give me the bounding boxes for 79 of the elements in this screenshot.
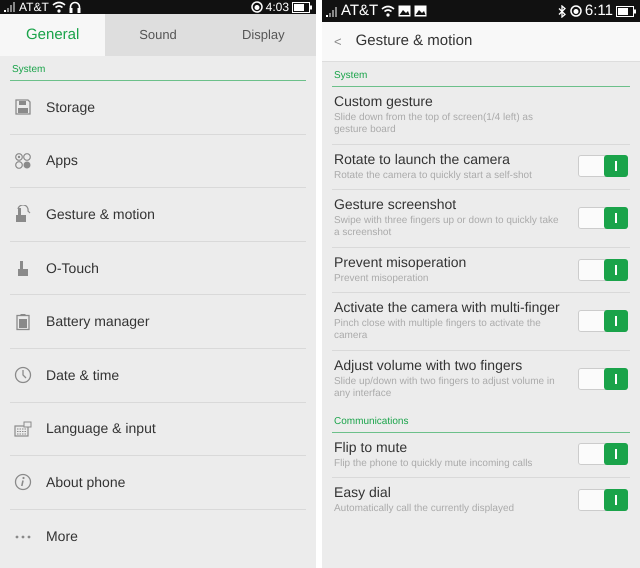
row-title: Rotate to launch the camera <box>334 150 511 168</box>
carrier-name: AT&T <box>341 0 378 21</box>
item-label: Date & time <box>46 366 120 385</box>
storage-icon <box>14 98 32 116</box>
settings-row[interactable]: Easy dial Automatically call the currently displayed <box>332 478 630 522</box>
row-description: Flip the phone to quickly mute incoming calls <box>334 458 534 470</box>
battery-manager-icon <box>14 312 32 331</box>
item-label: Language & input <box>46 419 156 438</box>
settings-row[interactable]: Prevent misoperation Prevent misoperation <box>332 248 630 294</box>
toggle-switch[interactable] <box>578 258 628 281</box>
row-title: Custom gesture <box>334 93 434 110</box>
row-description: Slide up/down with two fingers to adjust volume in any interface <box>334 376 556 401</box>
signal-icon <box>326 5 338 17</box>
row-description: Slide down from the top of screen(1/4 left) as gesture board <box>334 112 534 137</box>
row-title: Prevent misoperation <box>334 254 468 271</box>
clock-icon <box>14 366 32 384</box>
settings-row[interactable]: Flip to mute Flip the phone to quickly mute incoming calls <box>332 432 630 478</box>
screen-title: Gesture & motion <box>356 31 472 52</box>
carrier-name: AT&T <box>19 0 49 16</box>
item-label: More <box>46 527 78 546</box>
bluetooth-icon <box>556 4 567 18</box>
toggle-switch[interactable] <box>578 368 628 390</box>
headphones-icon <box>68 1 81 13</box>
toggle-switch[interactable] <box>578 206 628 229</box>
apps-icon <box>14 152 32 170</box>
settings-item[interactable]: Apps <box>10 134 306 188</box>
section-header: System <box>332 62 630 87</box>
toggle-switch[interactable] <box>578 443 628 466</box>
settings-item[interactable]: Language & input <box>10 402 306 456</box>
settings-row[interactable]: Activate the camera with multi-finger Pinch close with multiple fingers to activate the camera <box>332 293 630 351</box>
row-description: Rotate the camera to quickly start a self-shot <box>334 170 533 182</box>
info-icon <box>14 473 32 492</box>
hand-gesture-icon <box>14 205 32 224</box>
section-header: Communications <box>332 408 630 433</box>
wifi-icon <box>381 5 396 17</box>
tab[interactable]: Display <box>210 14 316 56</box>
settings-item[interactable]: More <box>10 510 306 564</box>
item-label: Storage <box>46 98 96 117</box>
settings-row[interactable]: Gesture screenshot Swipe with three fingers up or down to quickly take a screenshot <box>332 190 630 248</box>
clock-time: 4:03 <box>266 0 289 16</box>
keyboard-icon <box>14 420 32 438</box>
toggle-switch[interactable] <box>578 310 628 332</box>
image-icon <box>414 5 428 17</box>
battery-icon <box>616 6 636 16</box>
signal-icon <box>4 2 16 12</box>
settings-row[interactable]: Custom gesture Slide down from the top of screen(1/4 left) as gesture board <box>332 87 630 145</box>
item-label: About phone <box>46 472 126 492</box>
tab[interactable]: Sound <box>105 14 211 56</box>
settings-item[interactable]: Gesture & motion <box>10 188 306 242</box>
wifi-icon <box>52 1 66 13</box>
row-description: Swipe with three fingers up or down to quickly take a screenshot <box>334 214 560 240</box>
row-title: Easy dial <box>334 484 392 501</box>
row-title: Gesture screenshot <box>334 196 458 213</box>
toggle-switch[interactable] <box>578 488 628 511</box>
row-title: Adjust volume with two fingers <box>334 356 524 374</box>
row-description: Prevent misoperation <box>334 272 430 286</box>
row-title: Activate the camera with multi-finger <box>334 299 561 316</box>
item-label: Apps <box>46 151 78 170</box>
settings-item[interactable]: Date & time <box>10 348 306 403</box>
row-description: Automatically call the currently displayed <box>334 502 516 516</box>
item-label: Gesture & motion <box>46 204 155 224</box>
section-header: System <box>10 56 306 81</box>
settings-item[interactable]: Storage <box>10 81 306 135</box>
settings-row[interactable]: Adjust volume with two fingers Slide up/down with two fingers to adjust volume in any interface <box>332 350 630 408</box>
image-icon <box>398 5 412 17</box>
row-description: Pinch close with multiple fingers to activate the camera <box>334 318 542 343</box>
clock-time: 6:11 <box>584 0 613 21</box>
row-title: Flip to mute <box>334 438 408 456</box>
item-label: O-Touch <box>46 258 99 278</box>
alarm-icon <box>250 1 263 13</box>
settings-row[interactable]: Rotate to launch the camera Rotate the camera to quickly start a self-shot <box>332 144 630 190</box>
more-icon <box>14 534 32 539</box>
battery-icon <box>292 2 312 12</box>
toggle-switch[interactable] <box>578 155 628 178</box>
settings-item[interactable]: O-Touch <box>10 242 306 296</box>
item-label: Battery manager <box>46 312 150 332</box>
settings-item[interactable]: About phone <box>10 456 306 510</box>
settings-item[interactable]: Battery manager <box>10 295 306 349</box>
alarm-icon <box>570 5 582 17</box>
